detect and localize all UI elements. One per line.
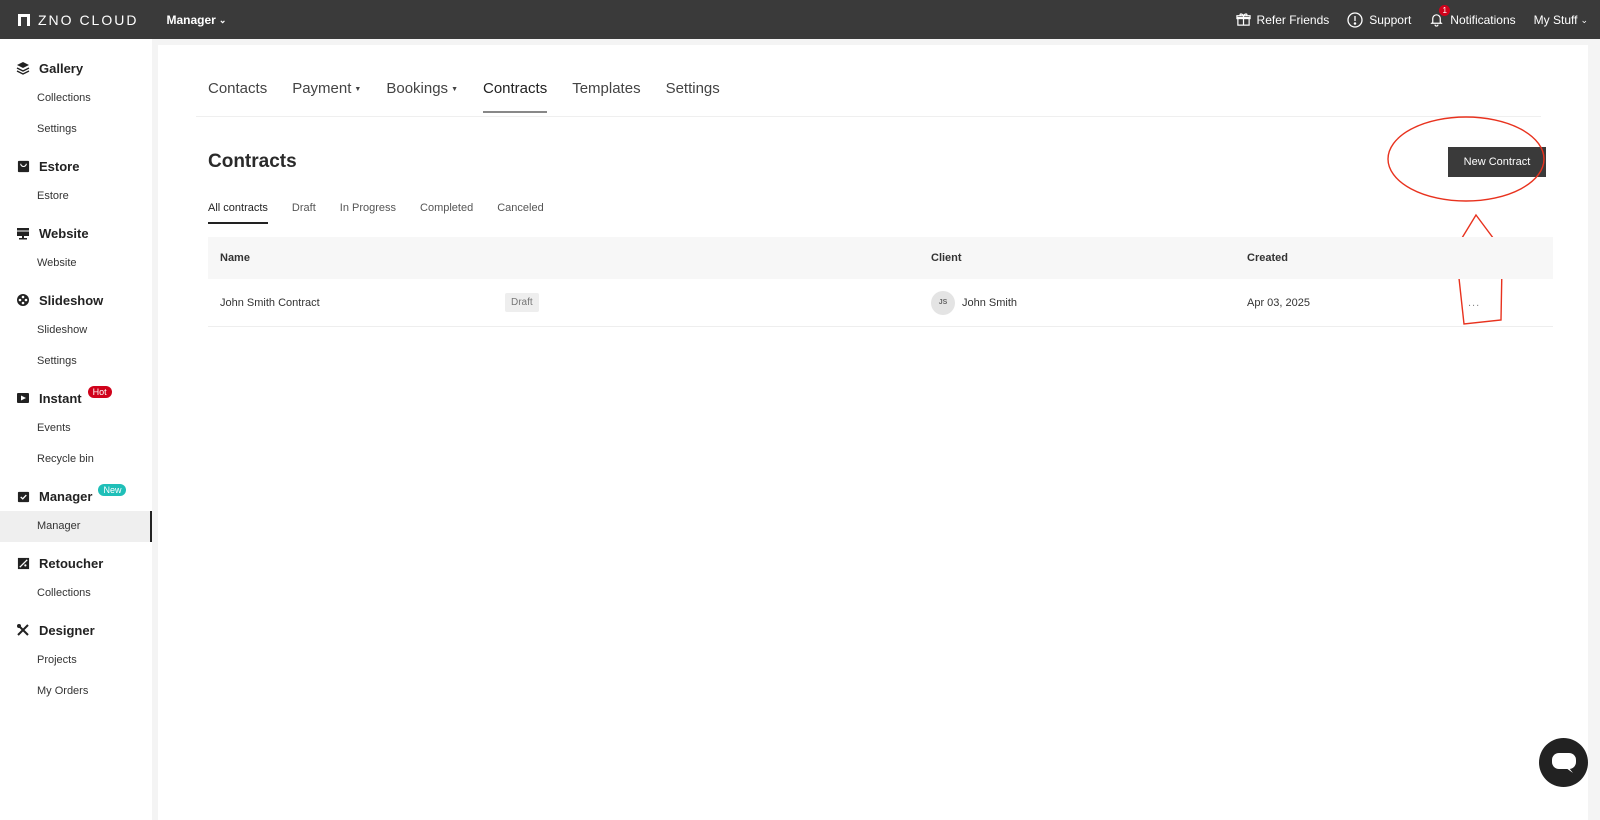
layers-icon xyxy=(16,61,30,75)
sidebar-group-estore[interactable]: Estore xyxy=(0,151,152,181)
chat-support-button[interactable] xyxy=(1539,738,1588,787)
client-name: John Smith xyxy=(962,296,1018,309)
refer-friends-link[interactable]: Refer Friends xyxy=(1235,12,1330,27)
subtab-canceled[interactable]: Canceled xyxy=(497,202,543,224)
tab-label: Settings xyxy=(665,80,720,97)
top-bar: ZNO CLOUD Manager ⌄ Refer Friends Suppor… xyxy=(0,0,1600,39)
sidebar-group-label: Designer xyxy=(39,622,95,638)
sidebar-item-website[interactable]: Website xyxy=(0,248,152,279)
sidebar-item-events[interactable]: Events xyxy=(0,413,152,444)
gift-icon xyxy=(1235,13,1251,26)
sidebar-group-manager[interactable]: Manager New xyxy=(0,481,152,511)
caret-down-icon: ▼ xyxy=(354,86,362,93)
film-reel-icon xyxy=(16,293,30,307)
retouch-icon xyxy=(16,556,30,570)
app-switcher-label: Manager xyxy=(166,12,216,27)
avatar: JS xyxy=(931,290,955,315)
sidebar-group-designer[interactable]: Designer xyxy=(0,615,152,645)
sidebar-item-retoucher-collections[interactable]: Collections xyxy=(0,578,152,609)
new-contract-button[interactable]: New Contract xyxy=(1448,147,1546,177)
table-row[interactable]: John Smith Contract Draft JS John Smith … xyxy=(208,279,1553,327)
zno-cloud-logo[interactable]: ZNO CLOUD xyxy=(18,12,138,28)
subtab-draft[interactable]: Draft xyxy=(292,202,316,224)
store-icon xyxy=(16,159,30,173)
header-name: Name xyxy=(220,252,250,264)
created-date: Apr 03, 2025 xyxy=(1247,296,1310,309)
status-badge: Draft xyxy=(505,293,539,312)
my-stuff-menu[interactable]: My Stuff ⌄ xyxy=(1534,13,1588,27)
subtab-completed[interactable]: Completed xyxy=(420,202,473,224)
sidebar: Gallery Collections Settings Estore Esto… xyxy=(0,39,152,820)
table-header: Name Client Created xyxy=(208,237,1553,279)
sidebar-group-label: Gallery xyxy=(39,60,84,76)
manager-nav-tabs: Contacts Payment ▼ Bookings ▼ Contracts Te… xyxy=(208,80,745,113)
subtab-in-progress[interactable]: In Progress xyxy=(340,202,396,224)
sidebar-group-label: Instant xyxy=(39,390,82,406)
tab-templates[interactable]: Templates xyxy=(572,80,640,113)
tab-bookings[interactable]: Bookings ▼ xyxy=(386,80,458,113)
logo-mark-icon xyxy=(18,13,30,26)
sidebar-item-my-orders[interactable]: My Orders xyxy=(0,676,152,707)
chevron-down-icon: ⌄ xyxy=(1580,15,1588,25)
tab-label: Bookings xyxy=(386,80,449,97)
monitor-icon xyxy=(16,226,30,240)
design-tools-icon xyxy=(16,623,30,637)
sidebar-item-collections[interactable]: Collections xyxy=(0,83,152,114)
sidebar-item-projects[interactable]: Projects xyxy=(0,645,152,676)
sidebar-item-slideshow[interactable]: Slideshow xyxy=(0,315,152,346)
tab-payment[interactable]: Payment ▼ xyxy=(292,80,361,113)
chat-icon xyxy=(1551,752,1576,773)
sidebar-group-label: Slideshow xyxy=(39,292,104,308)
tab-label: Contracts xyxy=(483,80,548,97)
sidebar-group-website[interactable]: Website xyxy=(0,218,152,248)
sidebar-group-label: Retoucher xyxy=(39,555,104,571)
support-icon xyxy=(1347,11,1363,28)
tab-contracts[interactable]: Contracts xyxy=(483,80,548,113)
notifications-label: Notifications xyxy=(1450,12,1516,27)
sidebar-item-estore[interactable]: Estore xyxy=(0,181,152,212)
chevron-down-icon: ⌄ xyxy=(218,15,227,25)
more-actions-button[interactable]: ... xyxy=(1468,297,1480,309)
hot-badge: Hot xyxy=(87,386,112,398)
tab-label: Payment xyxy=(292,80,352,97)
header-client: Client xyxy=(931,252,962,264)
new-badge: New xyxy=(98,484,127,496)
main-panel: Contacts Payment ▼ Bookings ▼ Contracts Te… xyxy=(158,45,1588,820)
calendar-check-icon xyxy=(16,489,30,503)
support-link[interactable]: Support xyxy=(1347,11,1412,28)
sidebar-group-retoucher[interactable]: Retoucher xyxy=(0,548,152,578)
sidebar-group-label: Estore xyxy=(39,158,80,174)
logo-text: ZNO CLOUD xyxy=(38,11,139,28)
support-label: Support xyxy=(1369,12,1412,27)
sidebar-item-slideshow-settings[interactable]: Settings xyxy=(0,346,152,377)
contract-name: John Smith Contract xyxy=(220,296,320,309)
page-title: Contracts xyxy=(208,151,297,172)
my-stuff-label: My Stuff xyxy=(1533,12,1578,27)
contract-status-tabs: All contracts Draft In Progress Complete… xyxy=(208,202,568,224)
nav-divider xyxy=(196,116,1541,117)
tab-label: Templates xyxy=(572,80,641,97)
notifications-link[interactable]: 1 Notifications xyxy=(1429,5,1516,27)
subtab-all-contracts[interactable]: All contracts xyxy=(208,202,268,224)
sidebar-group-instant[interactable]: Instant Hot xyxy=(0,383,152,413)
contracts-table: Name Client Created John Smith Contract … xyxy=(208,237,1553,327)
refer-friends-label: Refer Friends xyxy=(1256,12,1330,27)
sidebar-item-recycle-bin[interactable]: Recycle bin xyxy=(0,444,152,475)
client-cell: JS John Smith xyxy=(931,290,1018,315)
sidebar-group-label: Website xyxy=(39,225,89,241)
tab-label: Contacts xyxy=(208,80,268,97)
caret-down-icon: ▼ xyxy=(451,86,458,93)
video-icon xyxy=(16,391,30,405)
sidebar-item-settings[interactable]: Settings xyxy=(0,114,152,145)
tab-settings[interactable]: Settings xyxy=(666,80,720,113)
sidebar-group-label: Manager xyxy=(39,488,93,504)
notifications-count-badge: 1 xyxy=(1439,5,1451,16)
app-switcher[interactable]: Manager ⌄ xyxy=(166,13,226,27)
sidebar-item-manager[interactable]: Manager xyxy=(0,511,152,542)
sidebar-group-slideshow[interactable]: Slideshow xyxy=(0,285,152,315)
tab-contacts[interactable]: Contacts xyxy=(208,80,267,113)
header-created: Created xyxy=(1247,252,1288,264)
sidebar-group-gallery[interactable]: Gallery xyxy=(0,53,152,83)
